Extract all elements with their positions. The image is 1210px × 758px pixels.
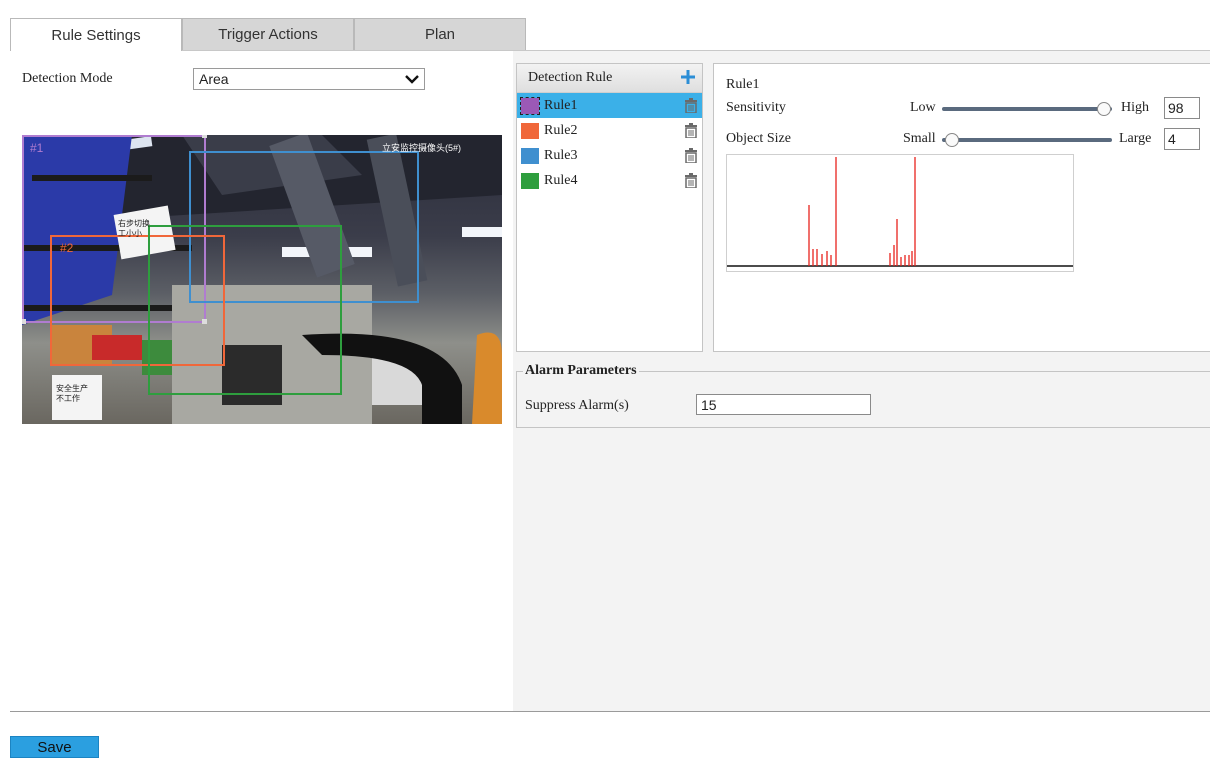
rule-item-label: Rule3 xyxy=(544,147,578,163)
detection-rule-header: Detection Rule xyxy=(517,64,702,93)
sensitivity-high-label: High xyxy=(1121,100,1149,115)
activity-graph-canvas xyxy=(727,157,1073,267)
rule-item-rule1[interactable]: Rule1 xyxy=(517,93,702,118)
add-rule-icon[interactable] xyxy=(680,69,696,85)
object-size-input[interactable]: 4 xyxy=(1164,128,1200,150)
save-button[interactable]: Save xyxy=(10,736,99,758)
video-sign-text: 右步切换 工小小 xyxy=(118,219,150,238)
suppress-alarm-input[interactable]: 15 xyxy=(696,394,871,415)
object-size-slider-handle[interactable] xyxy=(945,133,959,147)
sensitivity-label: Sensitivity xyxy=(726,100,786,115)
rule-item-rule2[interactable]: Rule2 xyxy=(517,118,702,143)
chevron-down-icon xyxy=(405,75,419,84)
sensitivity-input[interactable]: 98 xyxy=(1164,97,1200,119)
rule-color-swatch xyxy=(521,172,539,189)
detection-mode-label: Detection Mode xyxy=(22,71,113,86)
sensitivity-value: 98 xyxy=(1168,100,1184,116)
tab-plan[interactable]: Plan xyxy=(354,18,526,50)
sensitivity-low-label: Low xyxy=(910,100,936,115)
object-size-small-label: Small xyxy=(903,131,936,146)
video-scene xyxy=(22,135,502,424)
delete-rule-icon[interactable] xyxy=(684,173,698,188)
rule-detail-title: Rule1 xyxy=(726,77,760,92)
detection-rule-title: Detection Rule xyxy=(528,70,613,85)
detection-mode-value: Area xyxy=(199,71,229,87)
camera-osd-text: 立安监控摄像头(5#) xyxy=(382,143,462,153)
object-size-slider[interactable] xyxy=(942,138,1112,142)
alarm-parameters-group: Alarm Parameters Suppress Alarm(s) 15 xyxy=(516,363,1210,428)
region-label-2: #2 xyxy=(60,241,74,255)
sensitivity-slider-handle[interactable] xyxy=(1097,102,1111,116)
object-size-label: Object Size xyxy=(726,131,791,146)
rule-item-label: Rule4 xyxy=(544,172,578,188)
delete-rule-icon[interactable] xyxy=(684,98,698,113)
delete-rule-icon[interactable] xyxy=(684,148,698,163)
tab-trigger-actions[interactable]: Trigger Actions xyxy=(182,18,354,50)
region-label-1: #1 xyxy=(30,141,44,155)
footer-divider xyxy=(10,711,1210,712)
suppress-alarm-label: Suppress Alarm(s) xyxy=(525,398,629,413)
rule-color-swatch xyxy=(521,122,539,139)
video-sign-text: 安全生产 不工作 xyxy=(56,384,88,403)
rule-item-label: Rule2 xyxy=(544,122,578,138)
rule-color-swatch xyxy=(521,147,539,164)
detection-rule-list: Detection Rule Rule1 Rule2 Rule3 Rule4 xyxy=(516,63,703,352)
video-preview[interactable]: #1 #2 立安监控摄像头(5#) 右步切换 工小小 安全生产 不工作 xyxy=(22,135,502,424)
rule-detail-panel: Rule1 Sensitivity Low High 98 Object Siz… xyxy=(713,63,1210,352)
tab-bar: Rule Settings Trigger Actions Plan xyxy=(10,18,1210,51)
suppress-alarm-value: 15 xyxy=(701,396,717,413)
rule-color-swatch xyxy=(520,96,540,115)
delete-rule-icon[interactable] xyxy=(684,123,698,138)
tab-rule-settings[interactable]: Rule Settings xyxy=(10,18,182,51)
rule-item-rule3[interactable]: Rule3 xyxy=(517,143,702,168)
left-blank-area xyxy=(8,425,513,711)
sensitivity-slider[interactable] xyxy=(942,107,1112,111)
object-size-large-label: Large xyxy=(1119,131,1152,146)
motion-activity-graph xyxy=(726,154,1074,272)
object-size-value: 4 xyxy=(1168,131,1176,147)
detection-mode-select[interactable]: Area xyxy=(193,68,425,90)
rule-item-label: Rule1 xyxy=(544,97,578,113)
alarm-parameters-legend: Alarm Parameters xyxy=(523,363,639,379)
rule-item-rule4[interactable]: Rule4 xyxy=(517,168,702,193)
